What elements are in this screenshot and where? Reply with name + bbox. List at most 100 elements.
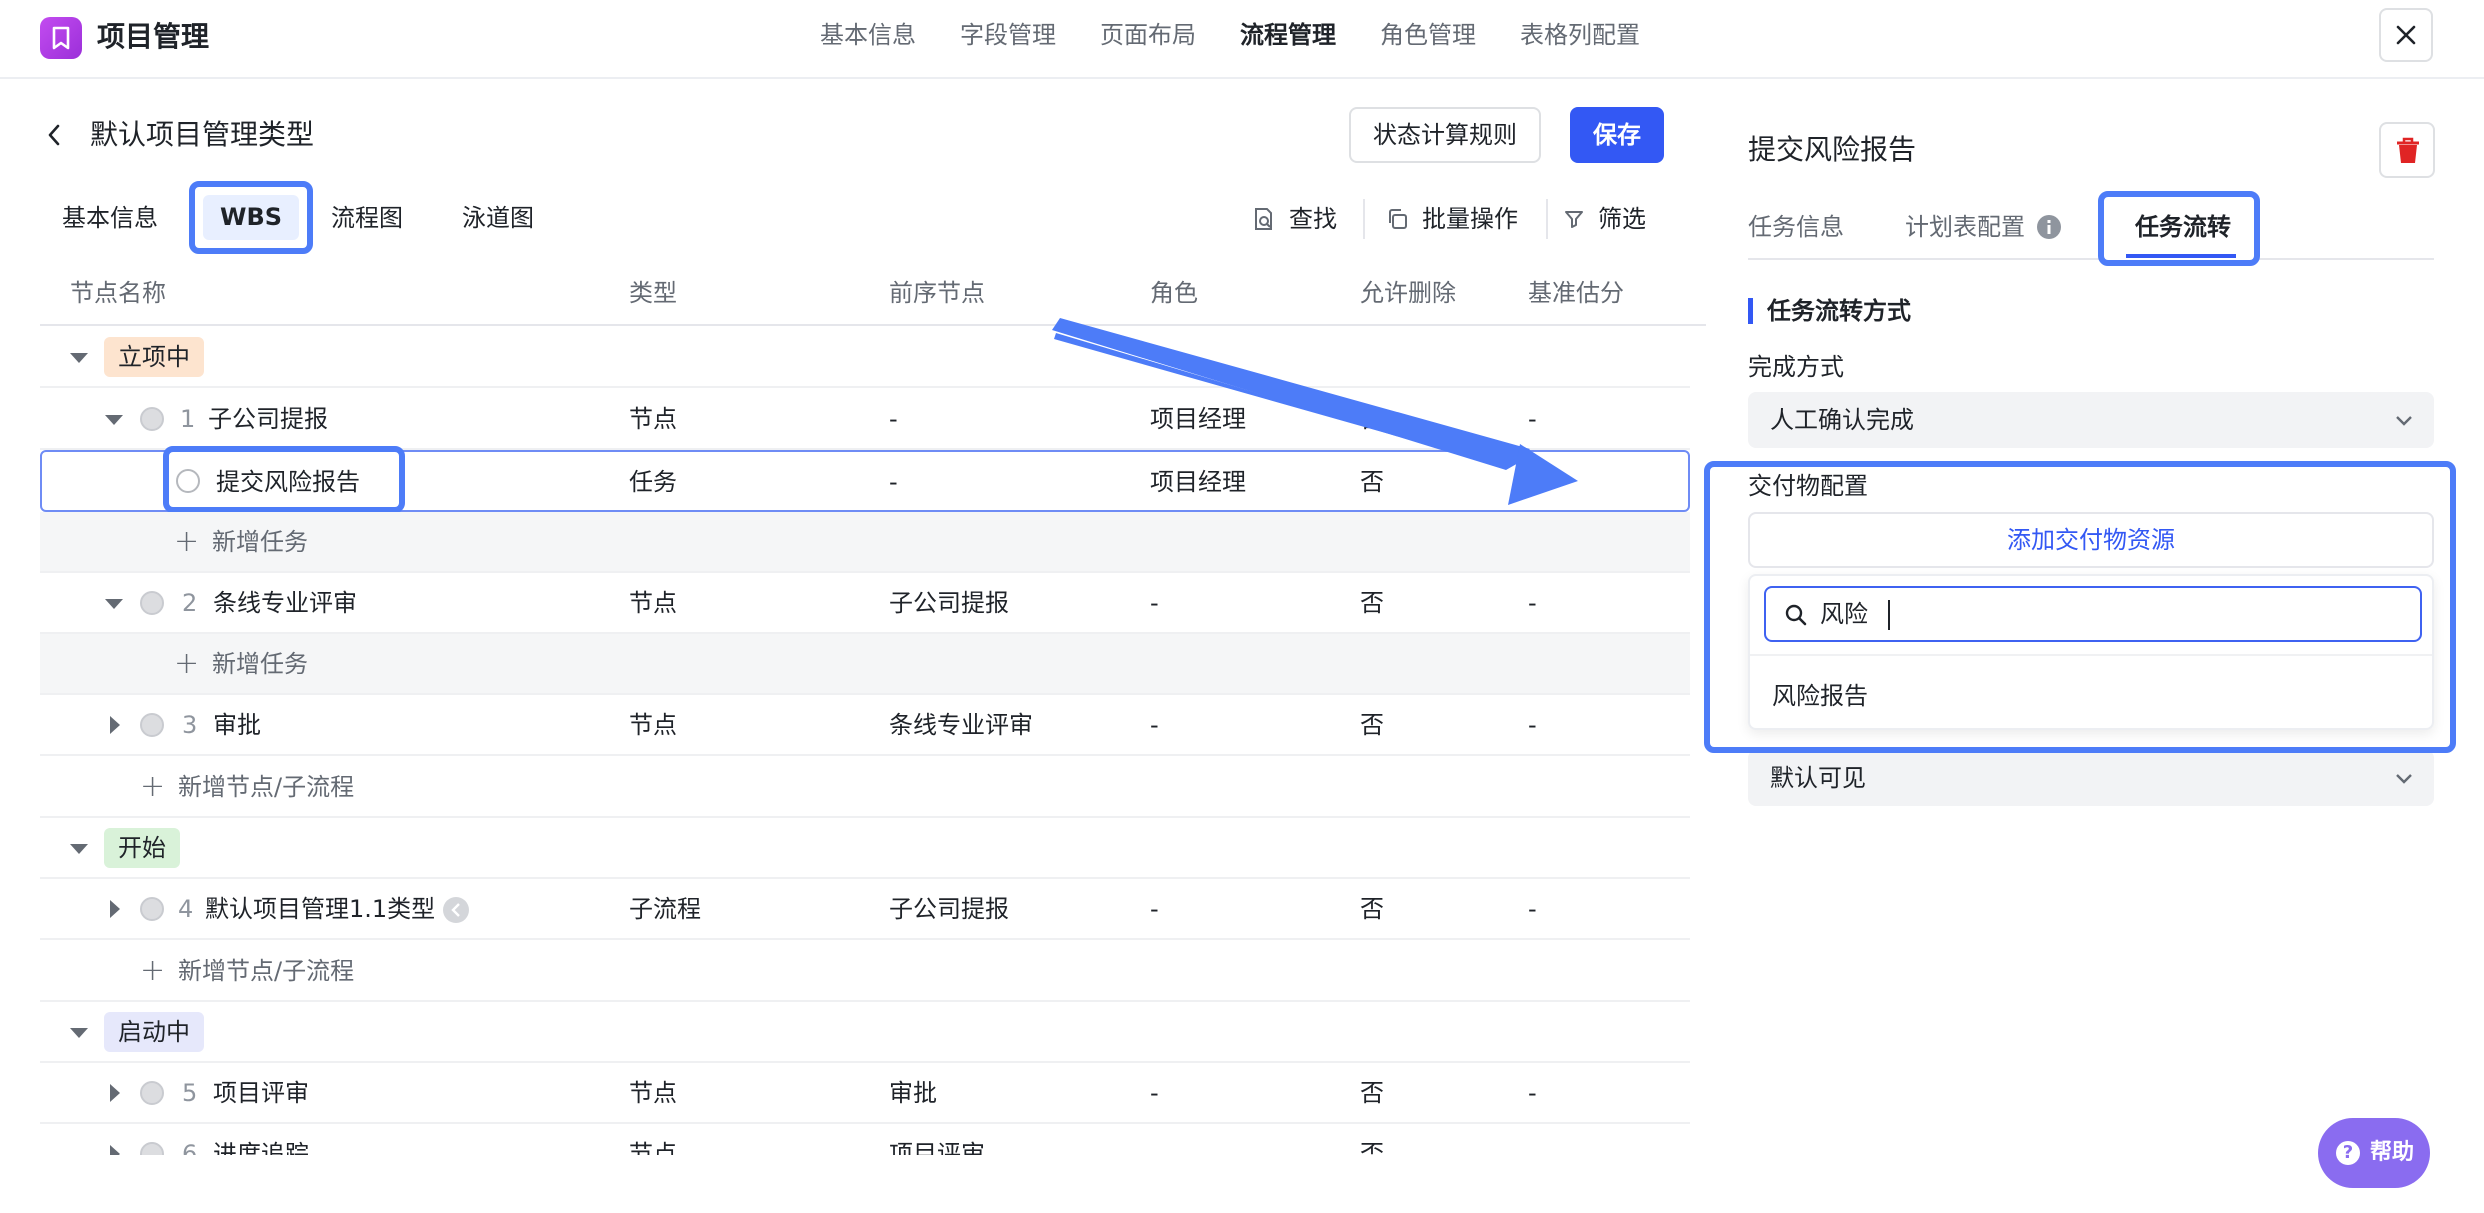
group-row[interactable]: 开始: [40, 818, 1690, 879]
tab-schedule-config[interactable]: 计划表配置: [1905, 207, 2025, 247]
node-status-icon: [140, 897, 164, 921]
node-deletable: 否: [1360, 405, 1384, 433]
node-name: 进度追踪: [213, 1140, 309, 1155]
tab-task-flow[interactable]: 任务流转: [2135, 207, 2231, 247]
collapse-icon[interactable]: [70, 844, 88, 854]
app-title: 项目管理: [97, 20, 210, 53]
node-type: 节点: [629, 589, 677, 617]
trash-icon: [2397, 137, 2419, 163]
expand-icon[interactable]: [110, 900, 120, 918]
collapse-icon[interactable]: [70, 353, 88, 363]
node-name: 项目评审: [213, 1079, 309, 1107]
top-bar: 项目管理 基本信息 字段管理 页面布局 流程管理 角色管理 表格列配置: [0, 0, 2484, 79]
table-row[interactable]: 5 项目评审 节点 审批 - 否 -: [40, 1063, 1690, 1124]
close-icon: [2396, 25, 2416, 45]
filter-icon: [1565, 211, 1583, 228]
node-type: 节点: [629, 1079, 677, 1107]
top-nav-table-column-config[interactable]: 表格列配置: [1520, 15, 1640, 55]
group-row[interactable]: 立项中: [40, 327, 1690, 388]
collapse-icon[interactable]: [105, 415, 123, 425]
subflow-icon: [443, 897, 469, 923]
add-task-row[interactable]: + 新增任务: [40, 512, 1690, 573]
node-number: 6: [182, 1140, 198, 1155]
visibility-select[interactable]: 默认可见: [1748, 750, 2434, 806]
info-icon[interactable]: [2036, 214, 2062, 240]
status-calc-rule-button[interactable]: 状态计算规则: [1349, 107, 1541, 163]
batch-operation-label: 批量操作: [1422, 205, 1518, 233]
task-type: 任务: [629, 468, 677, 496]
delete-button[interactable]: [2379, 122, 2435, 178]
node-number: 4: [178, 895, 194, 923]
filter-label: 筛选: [1598, 205, 1646, 233]
node-prev: 子公司提报: [889, 589, 1009, 617]
table-row[interactable]: 1 子公司提报 节点 - 项目经理 否 -: [40, 389, 1690, 450]
add-node-label: 新增节点/子流程: [178, 773, 355, 801]
plus-icon: +: [174, 646, 200, 681]
find-button[interactable]: 查找: [1253, 199, 1337, 239]
node-role: -: [1150, 895, 1159, 923]
node-type: 节点: [629, 711, 677, 739]
back-icon[interactable]: [44, 120, 64, 150]
task-deletable: 否: [1360, 468, 1384, 496]
top-nav-page-layout[interactable]: 页面布局: [1100, 15, 1196, 55]
table-row[interactable]: 2 条线专业评审 节点 子公司提报 - 否 -: [40, 573, 1690, 634]
add-task-row[interactable]: + 新增任务: [40, 634, 1690, 695]
top-nav-flow-management[interactable]: 流程管理: [1240, 15, 1336, 55]
expand-icon[interactable]: [110, 716, 120, 734]
batch-operation-button[interactable]: 批量操作: [1386, 199, 1518, 239]
top-nav-field-management[interactable]: 字段管理: [960, 15, 1056, 55]
visibility-value: 默认可见: [1770, 764, 1866, 792]
column-header-role: 角色: [1150, 279, 1198, 307]
tab-swimlane[interactable]: 泳道图: [462, 198, 534, 238]
node-prev: -: [889, 405, 898, 433]
help-button[interactable]: ? 帮助: [2318, 1118, 2430, 1188]
top-nav-basic-info[interactable]: 基本信息: [820, 15, 916, 55]
completion-select[interactable]: 人工确认完成: [1748, 392, 2434, 448]
node-role: 项目经理: [1150, 405, 1246, 433]
highlight-box: [1704, 461, 2456, 753]
top-nav-role-management[interactable]: 角色管理: [1380, 15, 1476, 55]
copy-icon: [1389, 209, 1407, 229]
node-number: 3: [182, 711, 198, 739]
node-deletable: 否: [1360, 711, 1384, 739]
node-prev: 条线专业评审: [889, 711, 1033, 739]
collapse-icon[interactable]: [70, 1028, 88, 1038]
close-button[interactable]: [2379, 8, 2433, 62]
task-role: 项目经理: [1150, 468, 1246, 496]
group-row[interactable]: 启动中: [40, 1002, 1690, 1063]
tab-basic-info[interactable]: 基本信息: [62, 198, 158, 238]
node-role: -: [1150, 711, 1159, 739]
table-row[interactable]: 4 默认项目管理1.1类型 子流程 子公司提报 - 否 -: [40, 879, 1690, 940]
node-estimate: -: [1528, 405, 1537, 433]
node-deletable: 否: [1360, 1140, 1384, 1155]
tab-flowchart[interactable]: 流程图: [331, 198, 403, 238]
tab-task-info[interactable]: 任务信息: [1748, 207, 1844, 247]
table-row-clipped[interactable]: 6 进度追踪 节点 项目评审 否: [40, 1124, 1690, 1155]
find-label: 查找: [1289, 205, 1337, 233]
expand-icon[interactable]: [110, 1084, 120, 1102]
plus-icon: +: [140, 769, 166, 804]
completion-value: 人工确认完成: [1770, 406, 1914, 434]
save-button[interactable]: 保存: [1570, 107, 1664, 163]
node-estimate: -: [1528, 711, 1537, 739]
node-prev: 子公司提报: [889, 895, 1009, 923]
node-deletable: 否: [1360, 589, 1384, 617]
section-title: 任务流转方式: [1767, 297, 1911, 325]
node-name: 默认项目管理1.1类型: [205, 895, 436, 923]
node-status-icon: [140, 713, 164, 737]
node-name: 条线专业评审: [213, 589, 357, 617]
tab-wbs[interactable]: WBS: [203, 195, 299, 240]
node-name: 审批: [213, 711, 261, 739]
collapse-icon[interactable]: [105, 599, 123, 609]
column-header-estimate: 基准估分: [1528, 279, 1624, 307]
tab-wbs-highlight[interactable]: WBS: [189, 181, 313, 254]
chevron-down-icon: [2396, 774, 2412, 784]
add-node-row[interactable]: + 新增节点/子流程: [40, 941, 1690, 1002]
add-node-row[interactable]: + 新增节点/子流程: [40, 757, 1690, 818]
table-row[interactable]: 3 审批 节点 条线专业评审 - 否 -: [40, 695, 1690, 756]
node-number: 2: [182, 589, 198, 617]
active-tab-indicator: [2126, 254, 2236, 258]
page-title: 默认项目管理类型: [90, 118, 315, 151]
filter-button[interactable]: 筛选: [1564, 199, 1646, 239]
expand-icon[interactable]: [110, 1145, 120, 1155]
